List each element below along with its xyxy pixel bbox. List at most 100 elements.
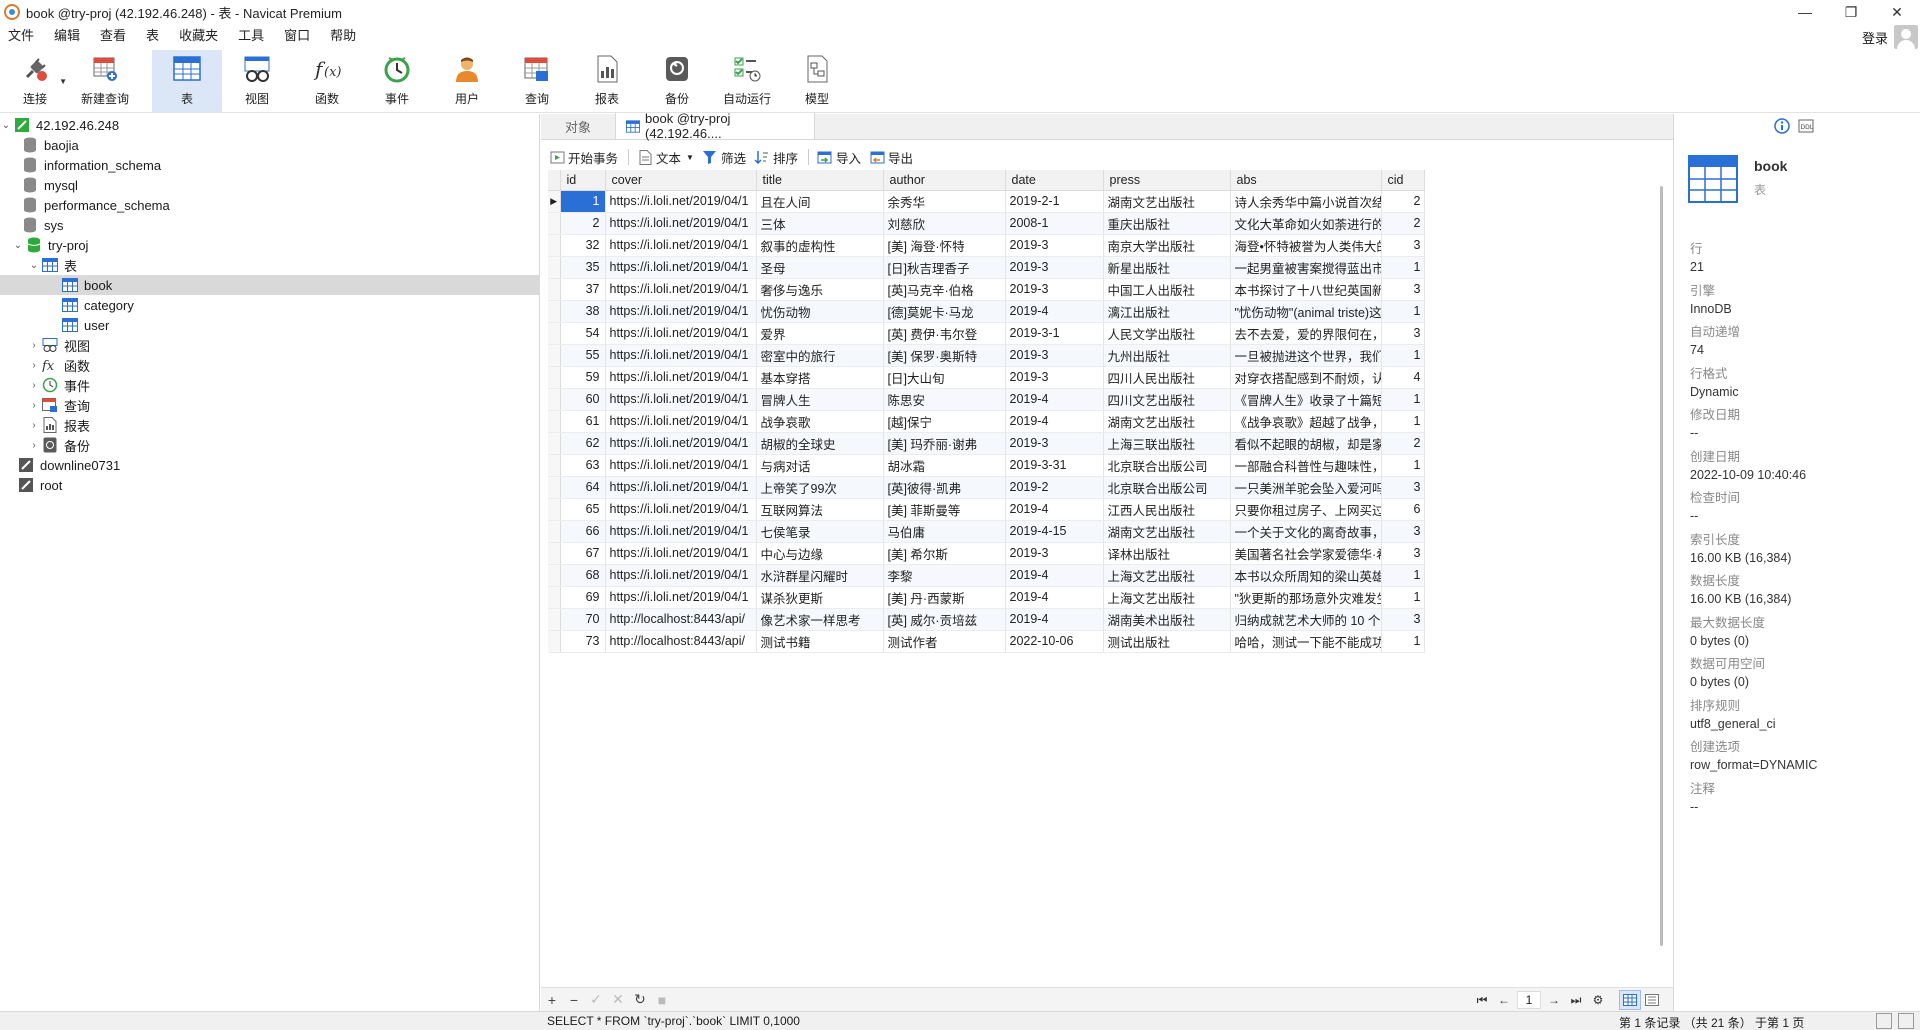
cell-cid[interactable]: 1	[1381, 586, 1425, 609]
cell-abs[interactable]: 美国著名社会学家爱德华·希	[1230, 542, 1382, 565]
table-button[interactable]: 表	[152, 50, 222, 112]
row-indicator[interactable]	[548, 278, 561, 301]
cell-abs[interactable]: 本书以众所周知的梁山英雄为	[1230, 564, 1382, 587]
cell-author[interactable]: 陈思安	[883, 388, 1006, 411]
cell-id[interactable]: 60	[560, 388, 606, 411]
menu-table[interactable]: 表	[136, 24, 169, 48]
cell-press[interactable]: 上海文艺出版社	[1103, 586, 1231, 609]
cell-abs[interactable]: 去不去爱，爱的界限何在，一	[1230, 322, 1382, 345]
cell-title[interactable]: 冒牌人生	[756, 388, 884, 411]
row-indicator[interactable]	[548, 630, 561, 653]
column-header-date[interactable]: date	[1005, 170, 1104, 191]
cell-press[interactable]: 四川人民出版社	[1103, 366, 1231, 389]
menu-view[interactable]: 查看	[90, 24, 136, 48]
cell-date[interactable]: 2019-3	[1005, 542, 1104, 565]
cell-id[interactable]: 59	[560, 366, 606, 389]
stop-button[interactable]: ■	[651, 990, 673, 1010]
cell-id[interactable]: 62	[560, 432, 606, 455]
cell-title[interactable]: 基本穿搭	[756, 366, 884, 389]
cell-abs[interactable]: 哈哈，测试一下能不能成功	[1230, 630, 1382, 653]
cell-date[interactable]: 2019-4	[1005, 498, 1104, 521]
refresh-button[interactable]: ↻	[629, 990, 651, 1010]
cell-press[interactable]: 上海三联出版社	[1103, 432, 1231, 455]
cell-author[interactable]: [美] 玛乔丽·谢弗	[883, 432, 1006, 455]
cell-title[interactable]: 爱界	[756, 322, 884, 345]
cell-cid[interactable]: 1	[1381, 344, 1425, 367]
chevron-right-icon[interactable]: ›	[28, 420, 40, 431]
cell-press[interactable]: 重庆出版社	[1103, 212, 1231, 235]
cell-abs[interactable]: "忧伤动物"(animal triste)这	[1230, 300, 1382, 323]
cell-id[interactable]: 2	[560, 212, 606, 235]
cell-id[interactable]: 35	[560, 256, 606, 279]
tab-book-table[interactable]: book @try-proj (42.192.46....	[615, 111, 815, 141]
cell-press[interactable]: 中国工人出版社	[1103, 278, 1231, 301]
cell-author[interactable]: [日]秋吉理香子	[883, 256, 1006, 279]
chevron-down-icon[interactable]: ▼	[686, 153, 694, 162]
export-button[interactable]: 导出	[869, 148, 913, 167]
cell-cid[interactable]: 1	[1381, 300, 1425, 323]
cell-title[interactable]: 战争哀歌	[756, 410, 884, 433]
backup-button[interactable]: 备份	[642, 50, 712, 112]
cell-abs[interactable]: 文化大革命如火如荼进行的同	[1230, 212, 1382, 235]
cell-cover[interactable]: https://i.loli.net/2019/04/1	[605, 344, 757, 367]
table-row[interactable]: 73 http://localhost:8443/api/测试书籍 测试作者 2022…	[548, 630, 1425, 653]
menu-favorites[interactable]: 收藏夹	[169, 24, 228, 48]
tree-connection-root[interactable]: root	[0, 475, 540, 495]
cell-author[interactable]: 刘慈欣	[883, 212, 1006, 235]
cell-author[interactable]: [英]马克辛·伯格	[883, 278, 1006, 301]
cell-date[interactable]: 2019-3	[1005, 278, 1104, 301]
tree-db-mysql[interactable]: mysql	[0, 175, 540, 195]
tree-events-folder[interactable]: › 事件	[0, 375, 540, 395]
cell-id[interactable]: 67	[560, 542, 606, 565]
cell-cover[interactable]: https://i.loli.net/2019/04/1	[605, 190, 757, 213]
delete-record-button[interactable]: −	[563, 990, 585, 1010]
column-header-abs[interactable]: abs	[1230, 170, 1382, 191]
cell-date[interactable]: 2019-3	[1005, 256, 1104, 279]
table-row[interactable]: 61 https://i.loli.net/2019/04/1 战争哀歌 [越]保宁 2…	[548, 410, 1425, 433]
tree-db-baojia[interactable]: baojia	[0, 135, 540, 155]
tree-db-performance-schema[interactable]: performance_schema	[0, 195, 540, 215]
toggle-info-pane-icon[interactable]	[1898, 1013, 1914, 1029]
cell-press[interactable]: 湖南文艺出版社	[1103, 520, 1231, 543]
chevron-right-icon[interactable]: ›	[28, 380, 40, 391]
cell-author[interactable]: [美] 希尔斯	[883, 542, 1006, 565]
cell-title[interactable]: 上帝笑了99次	[756, 476, 884, 499]
cell-cid[interactable]: 1	[1381, 454, 1425, 477]
cell-abs[interactable]: 本书探讨了十八世纪英国新兴	[1230, 278, 1382, 301]
cell-author[interactable]: 李黎	[883, 564, 1006, 587]
table-row[interactable]: 38 https://i.loli.net/2019/04/1 忧伤动物 [德]莫妮卡…	[548, 300, 1425, 323]
last-page-button[interactable]: ⏭	[1565, 990, 1587, 1010]
cell-press[interactable]: 江西人民出版社	[1103, 498, 1231, 521]
cell-title[interactable]: 七侯笔录	[756, 520, 884, 543]
cell-title[interactable]: 密室中的旅行	[756, 344, 884, 367]
cell-title[interactable]: 圣母	[756, 256, 884, 279]
cell-date[interactable]: 2019-4	[1005, 410, 1104, 433]
cell-author[interactable]: [美] 保罗·奥斯特	[883, 344, 1006, 367]
cell-cid[interactable]: 3	[1381, 322, 1425, 345]
row-indicator[interactable]	[548, 322, 561, 345]
cell-date[interactable]: 2019-2	[1005, 476, 1104, 499]
cell-title[interactable]: 叙事的虚构性	[756, 234, 884, 257]
cell-cover[interactable]: https://i.loli.net/2019/04/1	[605, 256, 757, 279]
row-indicator[interactable]	[548, 388, 561, 411]
table-row[interactable]: 37 https://i.loli.net/2019/04/1 奢侈与逸乐 [英]马克…	[548, 278, 1425, 301]
tree-connection[interactable]: ⌄ 42.192.46.248	[0, 115, 540, 135]
cell-cover[interactable]: https://i.loli.net/2019/04/1	[605, 432, 757, 455]
report-button[interactable]: 报表	[572, 50, 642, 112]
form-view-button[interactable]	[1641, 990, 1663, 1010]
cell-title[interactable]: 与病对话	[756, 454, 884, 477]
table-row[interactable]: 2 https://i.loli.net/2019/04/1 三体 刘慈欣 2008-…	[548, 212, 1425, 235]
cell-title[interactable]: 中心与边缘	[756, 542, 884, 565]
avatar[interactable]	[1894, 25, 1918, 49]
query-button[interactable]: 查询	[502, 50, 572, 112]
cell-abs[interactable]: 看似不起眼的胡椒，却是家家	[1230, 432, 1382, 455]
table-row[interactable]: 68 https://i.loli.net/2019/04/1 水浒群星闪耀时 李黎 2…	[548, 564, 1425, 587]
cell-cid[interactable]: 2	[1381, 212, 1425, 235]
cell-cover[interactable]: http://localhost:8443/api/	[605, 608, 757, 631]
cell-author[interactable]: [美] 海登·怀特	[883, 234, 1006, 257]
info-icon[interactable]	[1774, 118, 1790, 134]
cell-cid[interactable]: 3	[1381, 278, 1425, 301]
table-row[interactable]: 59 https://i.loli.net/2019/04/1 基本穿搭 [日]大山旬…	[548, 366, 1425, 389]
cell-abs[interactable]: 一起男童被害案搅得蓝出市人	[1230, 256, 1382, 279]
cell-author[interactable]: [德]莫妮卡·马龙	[883, 300, 1006, 323]
